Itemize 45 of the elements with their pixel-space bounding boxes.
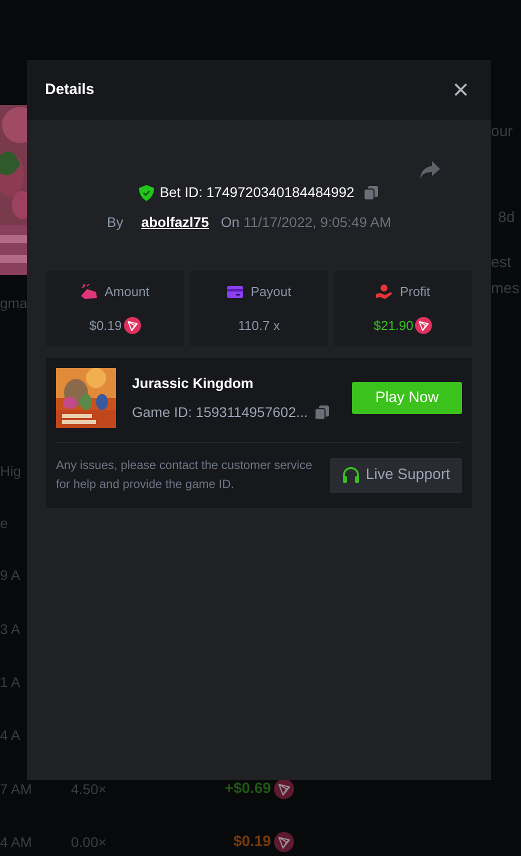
stat-label: Payout xyxy=(250,283,292,301)
live-support-button[interactable]: Live Support xyxy=(330,458,462,492)
user-link[interactable]: abolfazl75 xyxy=(141,212,209,233)
stat-label: Amount xyxy=(104,283,150,301)
background-text: e xyxy=(0,514,9,533)
bet-id-text: Bet ID: 1749720340184484992 xyxy=(160,183,354,202)
coin-icon xyxy=(274,779,294,799)
share-icon[interactable] xyxy=(419,160,441,180)
help-text: Any issues, please contact the customer service for help and provide the game ID. xyxy=(56,457,314,493)
background-text: 4 A xyxy=(0,726,22,745)
headphones-icon xyxy=(342,466,360,484)
amount-text: +$0.69 xyxy=(224,778,271,799)
dialog-title: Details xyxy=(45,80,94,100)
background-text: est xyxy=(491,253,512,273)
copy-icon[interactable] xyxy=(363,184,380,200)
background-text: gma xyxy=(0,294,27,313)
time-text: 7 AM xyxy=(0,780,33,798)
stat-value: $21.90 xyxy=(374,316,414,334)
coin-icon xyxy=(124,316,141,334)
date-text: On 11/17/2022, 9:05:49 AM xyxy=(220,213,392,232)
stat-label: Profit xyxy=(400,283,430,301)
background-text: Hig xyxy=(0,462,22,481)
background-text: 3 A xyxy=(0,620,22,639)
close-button[interactable]: × xyxy=(452,76,469,104)
game-id-text: Game ID: 1593114957602... xyxy=(132,403,308,422)
multiplier-text: 4.50× xyxy=(71,780,108,798)
background-text: 9 A xyxy=(0,566,22,585)
background-text: 8d xyxy=(497,208,516,228)
coin-icon xyxy=(274,832,294,852)
game-title: Jurassic Kingdom xyxy=(132,374,254,393)
amount-text: $0.19 xyxy=(232,832,271,852)
stat-value: $0.19 xyxy=(89,316,122,334)
background-text: mes xyxy=(491,279,520,299)
time-text: 4 AM xyxy=(0,832,33,852)
hand-coin-icon xyxy=(376,284,392,300)
stat-value: 110.7 x xyxy=(238,316,280,334)
card-icon xyxy=(226,284,243,300)
amount-icon xyxy=(80,284,97,300)
coin-icon xyxy=(415,316,432,334)
by-label: By xyxy=(106,213,124,232)
copy-icon[interactable] xyxy=(314,404,330,421)
background-text: our xyxy=(491,122,514,142)
background-text: 1 A xyxy=(0,673,22,692)
shield-icon xyxy=(138,184,154,200)
multiplier-text: 0.00× xyxy=(71,832,108,852)
